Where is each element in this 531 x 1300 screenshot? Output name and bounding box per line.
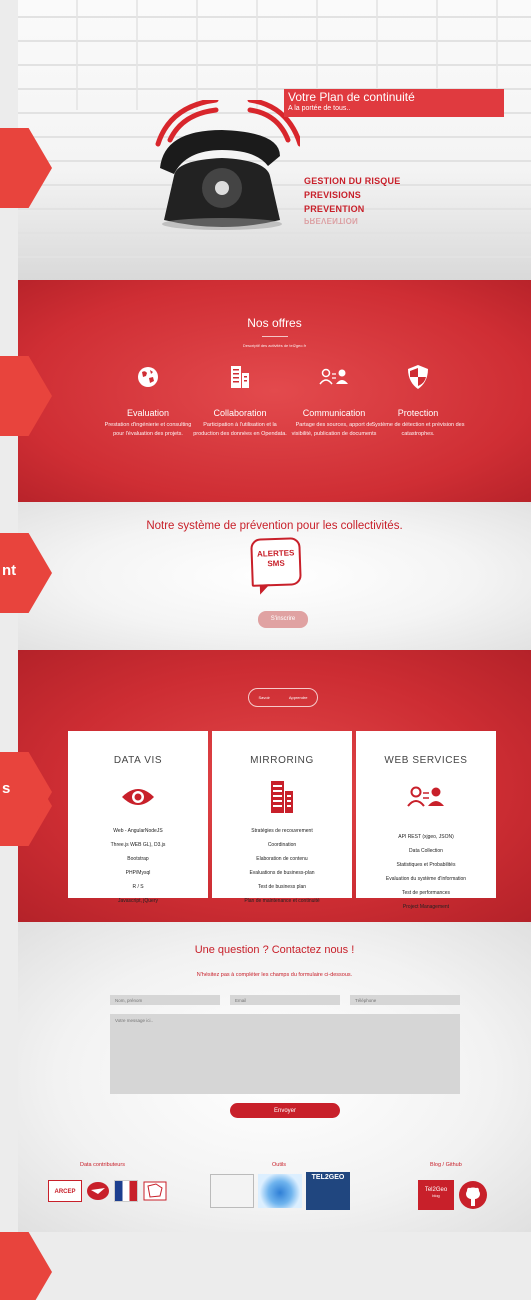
offer-protection: Protection Système de détection et prévi… bbox=[370, 362, 466, 439]
contact-section: Une question ? Contactez nous ! N'hésite… bbox=[18, 922, 531, 1232]
hero-banner-subtitle: A la portée de tous.. bbox=[288, 105, 351, 112]
list-item: R / S bbox=[132, 884, 144, 890]
card-title: DATA VIS bbox=[113, 755, 163, 766]
hero-list-item: PREVISIONS bbox=[304, 190, 362, 200]
contact-title: Une question ? Contactez nous ! bbox=[194, 944, 355, 956]
name-input[interactable] bbox=[110, 995, 220, 1005]
toggle-option-savoir[interactable]: Savoir bbox=[258, 695, 269, 700]
buildings-icon bbox=[231, 366, 249, 388]
offer-evaluation: Evaluation Prestation d'ingénierie et co… bbox=[100, 362, 196, 439]
list-item: Test de business plan bbox=[257, 884, 307, 890]
arcep-logo[interactable]: ARCEP bbox=[48, 1180, 82, 1202]
users-exchange-icon bbox=[319, 368, 348, 385]
data-contributors-logos: ARCEP bbox=[48, 1180, 168, 1202]
prevention-title: Notre système de prévention pour les col… bbox=[146, 520, 403, 532]
offer-collaboration: Collaboration Participation à l'utilisat… bbox=[192, 362, 288, 439]
offer-title: Protection bbox=[397, 408, 439, 418]
list-item: Javascript, jQuery bbox=[117, 898, 158, 904]
badge-line: SMS bbox=[267, 558, 285, 569]
list-item: Statistiques et Probabilités bbox=[396, 862, 456, 868]
email-input[interactable] bbox=[230, 995, 340, 1005]
offer-description: Système de détection et prévision des ca… bbox=[371, 422, 465, 437]
side-chevron-label-5: s bbox=[2, 780, 11, 797]
offers-divider bbox=[262, 336, 288, 337]
service-card-mirroring: MIRRORING Stratégies de recouvrement Coo… bbox=[212, 731, 352, 904]
tool-screenshot-logo[interactable] bbox=[210, 1174, 254, 1208]
prevention-section: Notre système de prévention pour les col… bbox=[18, 502, 531, 650]
offers-section: Nos offres Descriptif des activités de t… bbox=[18, 280, 531, 502]
globe-icon bbox=[138, 367, 158, 387]
card-title: MIRRORING bbox=[250, 755, 314, 766]
offer-description: Partage des sources, apport de visibilit… bbox=[291, 422, 377, 437]
buildings-icon bbox=[271, 781, 293, 813]
services-section: Savoir Apprendre DATA VIS Web - AngularN… bbox=[18, 650, 531, 922]
toggle-option-apprendre[interactable]: Apprendre bbox=[289, 695, 308, 700]
footer-heading-blog: Blog / Github bbox=[430, 1162, 462, 1168]
footer-heading-data-contributors: Data contributeurs bbox=[80, 1162, 125, 1168]
earth-logo[interactable] bbox=[258, 1174, 302, 1208]
hero-list: GESTION DU RISQUE PREVISIONS PREVENTION … bbox=[304, 174, 401, 225]
tel2geo-blog-logo[interactable]: Tel2Geo blog bbox=[418, 1180, 454, 1210]
side-chevron-6 bbox=[0, 1232, 52, 1300]
users-exchange-icon bbox=[407, 786, 444, 807]
service-card-data-vis: DATA VIS Web - AngularNodeJS Three.js WE… bbox=[68, 731, 208, 904]
subscribe-button[interactable]: S'inscrire bbox=[258, 611, 308, 628]
hero-list-item: GESTION DU RISQUE bbox=[304, 176, 401, 186]
offers-subtitle: Descriptif des activités de tel2geo.fr bbox=[242, 343, 307, 348]
hero-list-reflection: PREVENTION bbox=[304, 216, 359, 225]
list-item: Web - AngularNodeJS bbox=[113, 828, 163, 834]
offers-title: Nos offres bbox=[247, 316, 302, 330]
list-item: Test de performances bbox=[401, 890, 451, 896]
contact-intro: N'hésitez pas à compléter les champs du … bbox=[196, 972, 353, 978]
la-poste-logo[interactable] bbox=[86, 1181, 110, 1201]
send-button[interactable]: Envoyer bbox=[230, 1103, 340, 1118]
blog-logos: Tel2Geo blog bbox=[418, 1180, 488, 1210]
hero-banner: Votre Plan de continuité A la portée de … bbox=[284, 89, 504, 117]
phone-input[interactable] bbox=[350, 995, 460, 1005]
service-card-web-services: WEB SERVICES API REST (xjgeo, JSON) Data… bbox=[356, 731, 496, 910]
card-list: Stratégies de recouvrement Coordination … bbox=[212, 824, 352, 908]
hero-banner-title: Votre Plan de continuité bbox=[288, 90, 415, 104]
offer-communication: Communication Partage des sources, appor… bbox=[286, 362, 382, 439]
list-item: API REST (xjgeo, JSON) bbox=[398, 834, 454, 840]
savoir-apprendre-toggle[interactable]: Savoir Apprendre bbox=[248, 688, 318, 707]
list-item: Data Collection bbox=[409, 848, 443, 854]
list-item: Elaboration de contenu bbox=[256, 856, 308, 862]
card-title: WEB SERVICES bbox=[384, 755, 468, 766]
hero-list-item: PREVENTION bbox=[304, 204, 365, 214]
offer-title: Communication bbox=[302, 408, 366, 418]
list-item: PHP/Mysql bbox=[125, 870, 151, 876]
telephone-icon bbox=[155, 100, 300, 230]
shield-icon bbox=[408, 365, 428, 389]
list-item: Evaluation du système d'information bbox=[385, 876, 467, 882]
blog-logo-sub: blog bbox=[432, 1193, 440, 1198]
tools-logos: TEL2GEO bbox=[210, 1172, 350, 1210]
offer-title: Evaluation bbox=[126, 408, 170, 418]
alertes-sms-badge: ALERTES SMS bbox=[250, 537, 302, 587]
message-textarea[interactable] bbox=[110, 1014, 460, 1094]
hero-section: Votre Plan de continuité A la portée de … bbox=[18, 0, 531, 280]
eye-icon bbox=[122, 789, 154, 805]
side-chevron-label-3: nt bbox=[2, 562, 17, 579]
list-item: Plan de maintenance et continuité bbox=[244, 898, 320, 904]
tel2geo-logo[interactable]: TEL2GEO bbox=[306, 1172, 350, 1210]
list-item: Evaluations de business-plan bbox=[249, 870, 315, 876]
github-icon[interactable] bbox=[458, 1180, 488, 1210]
list-item: Bootstrap bbox=[127, 856, 149, 862]
list-item: Coordination bbox=[267, 842, 297, 848]
offer-title: Collaboration bbox=[213, 408, 267, 418]
card-list: Web - AngularNodeJS Three.js WEB GL), D3… bbox=[68, 824, 208, 908]
list-item: Project Management bbox=[402, 904, 450, 910]
list-item: Three.js WEB GL), D3.js bbox=[110, 842, 166, 848]
republique-logo[interactable] bbox=[114, 1180, 138, 1202]
footer-heading-tools: Outils bbox=[272, 1162, 287, 1168]
offer-description: Participation à l'utilisation et la prod… bbox=[193, 422, 287, 437]
map-logo[interactable] bbox=[142, 1180, 168, 1202]
list-item: Stratégies de recouvrement bbox=[251, 828, 313, 834]
card-list: API REST (xjgeo, JSON) Data Collection S… bbox=[356, 830, 496, 914]
offer-description: Prestation d'ingénierie et consulting po… bbox=[104, 422, 192, 437]
